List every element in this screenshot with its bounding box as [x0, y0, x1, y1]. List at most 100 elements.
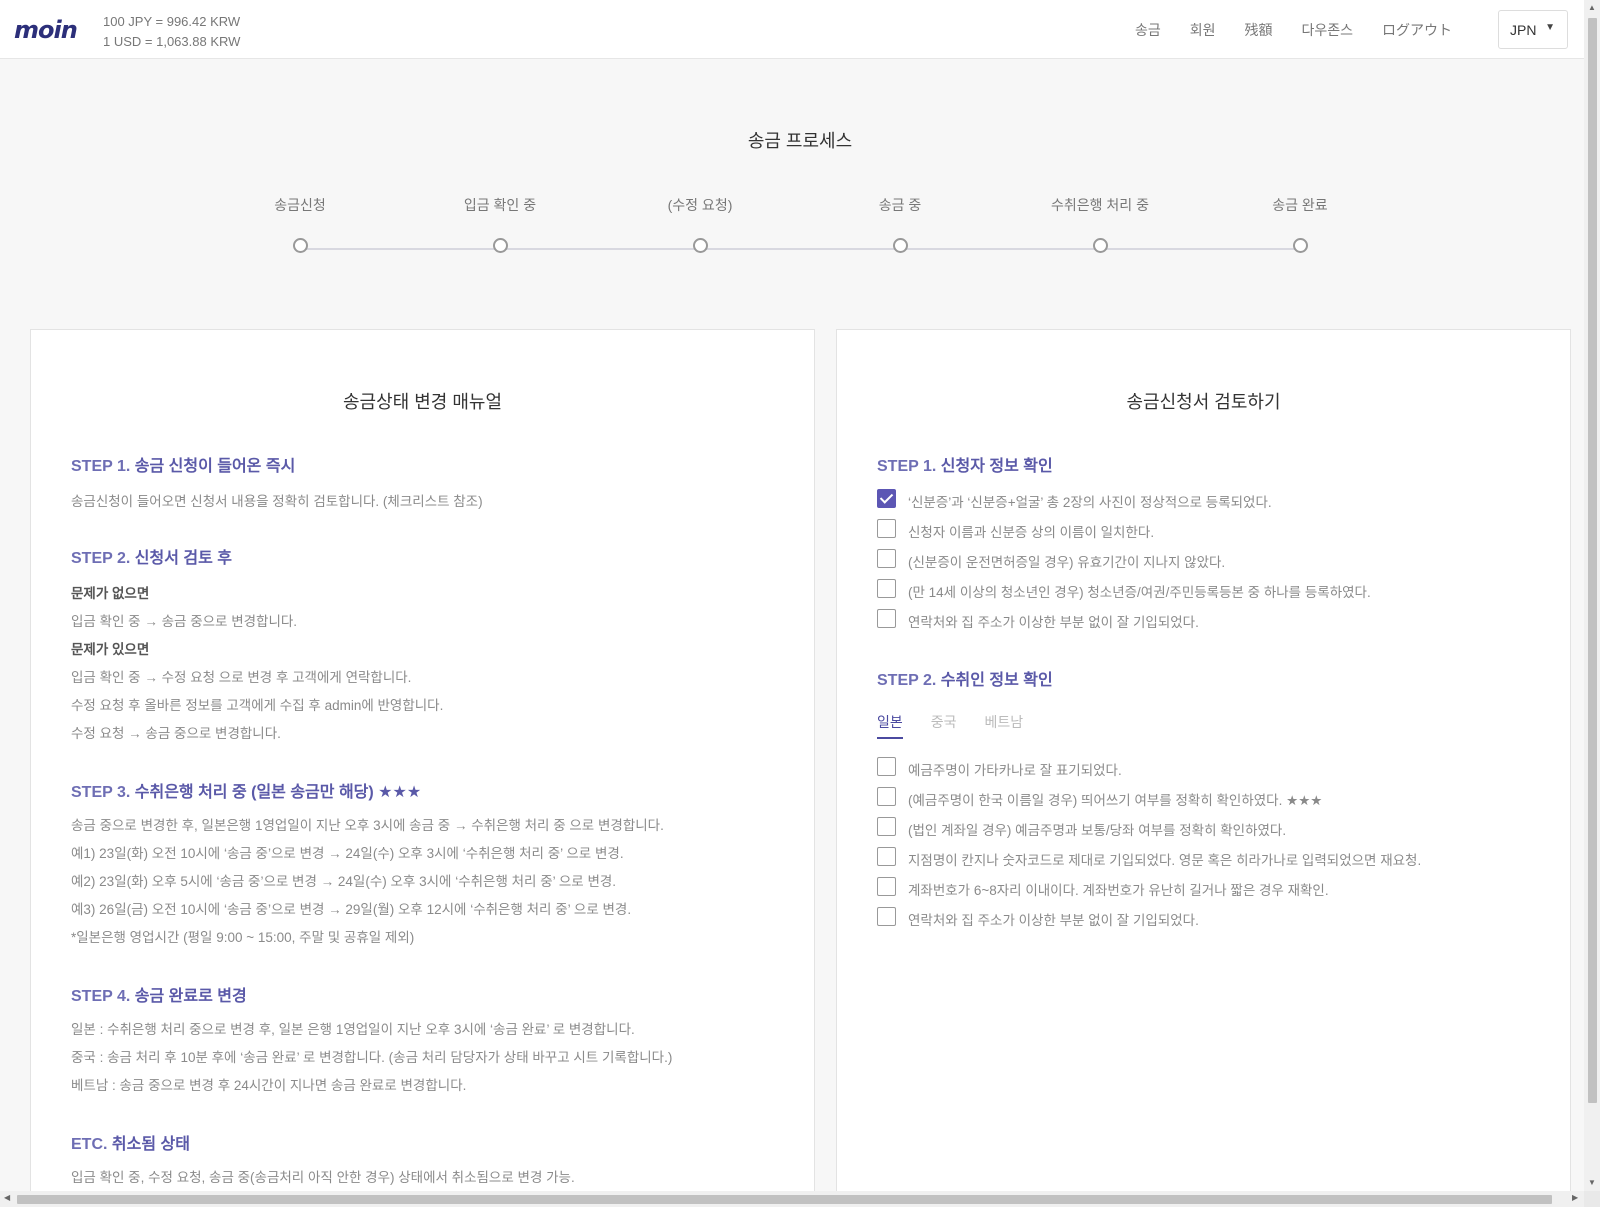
- recipient-check-label: 지점명이 칸지나 숫자코드로 제대로 기입되었다. 영문 혹은 히라가나로 입력…: [908, 853, 1422, 868]
- rate-usd: 1 USD = 1,063.88 KRW: [103, 34, 241, 49]
- applicant-check-2[interactable]: [877, 519, 896, 538]
- nav-logout[interactable]: ログアウト: [1382, 20, 1452, 40]
- exchange-rates: 100 JPY = 996.42 KRW 1 USD = 1,063.88 KR…: [103, 12, 240, 52]
- manual-step2-ng-label: 문제가 있으면: [71, 642, 150, 657]
- step-label: 송금 중: [878, 197, 922, 213]
- tab-japan[interactable]: 일본: [877, 712, 903, 739]
- step-title: 송금 완료로 변경: [134, 988, 247, 1005]
- manual-step3-heading: STEP 3. 수취은행 처리 중 (일본 송금만 해당) ★★★: [71, 778, 421, 802]
- applicant-check-4[interactable]: [877, 579, 896, 598]
- step-label: 송금신청: [274, 197, 326, 213]
- applicant-check-5[interactable]: [877, 609, 896, 628]
- recipient-check-label: (예금주명이 한국 이름일 경우) 띄어쓰기 여부를 정확히 확인하였다. ★★…: [908, 793, 1323, 808]
- recipient-check-2[interactable]: [877, 787, 896, 806]
- manual-step1-body: 송금신청이 들어오면 신청서 내용을 정확히 검토합니다. (체크리스트 참조): [71, 494, 483, 509]
- process-step: 송금 완료: [1200, 195, 1400, 253]
- step-dot: [692, 238, 708, 253]
- process-step: 송금신청: [200, 195, 400, 253]
- language-select[interactable]: JPN ▼: [1498, 10, 1568, 49]
- process-step: 입금 확인 중: [400, 195, 600, 253]
- step-prefix: ETC.: [71, 1136, 108, 1153]
- manual-step3-line5: *일본은행 영업시간 (평일 9:00 ~ 15:00, 주말 및 공휴일 제외…: [71, 930, 415, 945]
- nav-remit[interactable]: 송금: [1135, 20, 1161, 40]
- scroll-left-icon[interactable]: ◀: [4, 1193, 10, 1202]
- step-label: 수취은행 처리 중: [1051, 197, 1149, 213]
- applicant-check-label: (신분증이 운전면허증일 경우) 유효기간이 지나지 않았다.: [908, 555, 1226, 570]
- manual-etc-line1: 입금 확인 중, 수정 요청, 송금 중(송금처리 아직 안한 경우) 상태에서…: [71, 1170, 575, 1185]
- step-prefix: STEP 2.: [877, 672, 937, 689]
- applicant-check-label: 신청자 이름과 신분증 상의 이름이 일치한다.: [908, 525, 1155, 540]
- applicant-check-label: 연락처와 집 주소가 이상한 부분 없이 잘 기입되었다.: [908, 615, 1199, 630]
- horizontal-scrollbar[interactable]: ◀ ▶: [0, 1191, 1584, 1207]
- recipient-check-6[interactable]: [877, 907, 896, 926]
- scrollbar-corner: [1584, 1191, 1600, 1207]
- manual-step2-ok-1: 입금 확인 중 → 송금 중으로 변경합니다.: [71, 614, 298, 629]
- process-step: (수정 요청): [600, 195, 800, 253]
- nav-balance[interactable]: 残額: [1244, 20, 1272, 40]
- applicant-check-label: ‘신분증’과 ‘신분증+얼굴’ 총 2장의 사진이 정상적으로 등록되었다.: [908, 495, 1272, 510]
- manual-step4-line1: 일본 : 수취은행 처리 중으로 변경 후, 일본 은행 1영업일이 지난 오후…: [71, 1022, 635, 1037]
- horizontal-scroll-thumb[interactable]: [17, 1195, 1552, 1204]
- vertical-scroll-thumb[interactable]: [1588, 18, 1597, 1103]
- manual-step3-line3: 예2) 23일(화) 오후 5시에 ‘송금 중’으로 변경 → 24일(수) 오…: [71, 874, 617, 889]
- recipient-check-3[interactable]: [877, 817, 896, 836]
- step-prefix: STEP 2.: [71, 550, 131, 567]
- step-label: (수정 요청): [667, 197, 733, 213]
- rate-jpy: 100 JPY = 996.42 KRW: [103, 14, 241, 29]
- chevron-down-icon: ▼: [1545, 22, 1555, 33]
- manual-step2-ng-2: 수정 요청 후 올바른 정보를 고객에게 수집 후 admin에 반영합니다.: [71, 698, 444, 713]
- step-title: 수취인 정보 확인: [940, 672, 1053, 689]
- step-title: 취소됨 상태: [111, 1136, 190, 1153]
- nav-dowjones[interactable]: 다우존스: [1301, 20, 1353, 40]
- scroll-down-icon[interactable]: ▼: [1588, 1178, 1596, 1187]
- moin-logo[interactable]: moin: [14, 16, 78, 44]
- review-panel: 송금신청서 검토하기 STEP 1. 신청자 정보 확인 ‘신분증’과 ‘신분증…: [836, 329, 1571, 1207]
- applicant-check-3[interactable]: [877, 549, 896, 568]
- manual-step3-line1: 송금 중으로 변경한 후, 일본은행 1영업일이 지난 오후 3시에 송금 중 …: [71, 818, 664, 833]
- manual-step4-heading: STEP 4. 송금 완료로 변경: [71, 982, 247, 1006]
- step-title: 신청자 정보 확인: [940, 458, 1053, 475]
- step-dot: [292, 238, 308, 253]
- recipient-check-label: 계좌번호가 6~8자리 이내이다. 계좌번호가 유난히 길거나 짧은 경우 재확…: [908, 883, 1329, 898]
- main-nav: 송금 회원 残額 다우존스 ログアウト: [1135, 20, 1452, 40]
- step-prefix: STEP 3.: [71, 784, 131, 801]
- scroll-up-icon[interactable]: ▲: [1588, 3, 1596, 12]
- manual-step2-ng-1: 입금 확인 중 → 수정 요청 으로 변경 후 고객에게 연락합니다.: [71, 670, 412, 685]
- manual-step2-heading: STEP 2. 신청서 검토 후: [71, 544, 232, 568]
- recipient-check-1[interactable]: [877, 757, 896, 776]
- step-title: 신청서 검토 후: [134, 550, 232, 567]
- process-title: 송금 프로세스: [747, 131, 853, 151]
- manual-step2-ng-3: 수정 요청 → 송금 중으로 변경합니다.: [71, 726, 281, 741]
- step-dot: [1092, 238, 1108, 253]
- tab-vietnam[interactable]: 베트남: [985, 712, 1024, 739]
- nav-members[interactable]: 회원: [1190, 20, 1216, 40]
- process-stepper: 송금신청 입금 확인 중 (수정 요청) 송금 중 수취은행 처리 중 송금 완…: [0, 195, 1600, 275]
- manual-step2-ok-label: 문제가 없으면: [71, 586, 150, 601]
- vertical-scrollbar[interactable]: ▲ ▼: [1584, 0, 1600, 1191]
- applicant-check-label: (만 14세 이상의 청소년인 경우) 청소년증/여권/주민등록등본 중 하나를…: [908, 585, 1371, 600]
- step-prefix: STEP 1.: [71, 458, 131, 475]
- manual-step3-line2: 예1) 23일(화) 오전 10시에 ‘송금 중’으로 변경 → 24일(수) …: [71, 846, 624, 861]
- process-step: 수취은행 처리 중: [1000, 195, 1200, 253]
- process-step: 송금 중: [800, 195, 1000, 253]
- recipient-check-label: (법인 계좌일 경우) 예금주명과 보통/당좌 여부를 정확히 확인하였다.: [908, 823, 1287, 838]
- country-tabs: 일본 중국 베트남: [877, 712, 1023, 739]
- review-step1-heading: STEP 1. 신청자 정보 확인: [877, 452, 1053, 476]
- manual-step3-line4: 예3) 26일(금) 오전 10시에 ‘송금 중’으로 변경 → 29일(월) …: [71, 902, 632, 917]
- review-step2-heading: STEP 2. 수취인 정보 확인: [877, 666, 1053, 690]
- recipient-check-5[interactable]: [877, 877, 896, 896]
- language-value: JPN: [1510, 22, 1537, 38]
- manual-step1-heading: STEP 1. 송금 신청이 들어온 즉시: [71, 452, 295, 476]
- manual-title: 송금상태 변경 매뉴얼: [342, 392, 503, 412]
- step-dot: [492, 238, 508, 253]
- applicant-check-1[interactable]: [877, 489, 896, 508]
- scroll-right-icon[interactable]: ▶: [1572, 1193, 1578, 1202]
- manual-etc-heading: ETC. 취소됨 상태: [71, 1130, 190, 1154]
- tab-china[interactable]: 중국: [931, 712, 957, 739]
- manual-step4-line2: 중국 : 송금 처리 후 10분 후에 ‘송금 완료’ 로 변경합니다. (송금…: [71, 1050, 673, 1065]
- recipient-check-label: 예금주명이 가타카나로 잘 표기되었다.: [908, 763, 1122, 778]
- manual-step4-line3: 베트남 : 송금 중으로 변경 후 24시간이 지나면 송금 완료로 변경합니다…: [71, 1078, 467, 1093]
- step-label: 송금 완료: [1272, 197, 1328, 213]
- review-title: 송금신청서 검토하기: [1126, 392, 1281, 412]
- recipient-check-4[interactable]: [877, 847, 896, 866]
